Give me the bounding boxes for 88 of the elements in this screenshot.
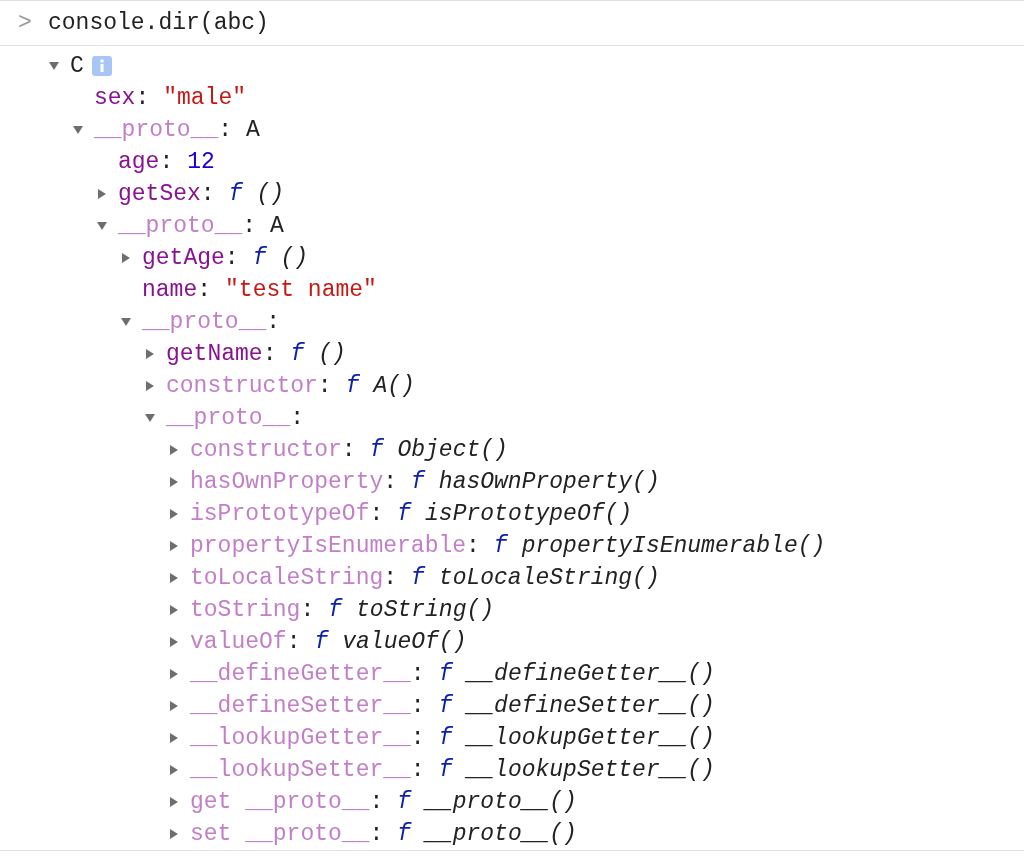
function-marker: f: [290, 339, 305, 369]
colon: :: [341, 435, 356, 465]
colon: :: [383, 563, 398, 593]
function-signature: (): [318, 339, 346, 369]
expand-arrow-icon[interactable]: [168, 636, 180, 648]
colon: :: [286, 627, 301, 657]
object-class-name: C: [70, 51, 84, 81]
colon: :: [242, 211, 257, 241]
colon: :: [197, 275, 212, 305]
function-marker: f: [397, 787, 412, 817]
colon: :: [369, 787, 384, 817]
function-signature: __lookupSetter__(): [466, 755, 715, 785]
collapse-arrow-icon[interactable]: [96, 220, 108, 232]
colon: :: [383, 467, 398, 497]
colon: :: [159, 147, 174, 177]
function-marker: f: [438, 755, 453, 785]
console-command: console.dir(abc): [48, 8, 269, 38]
function-marker: f: [438, 691, 453, 721]
expand-arrow-icon[interactable]: [168, 764, 180, 776]
function-marker: f: [397, 499, 412, 529]
function-marker: f: [328, 595, 343, 625]
function-marker: f: [397, 819, 412, 849]
colon: :: [369, 819, 384, 849]
function-signature: toLocaleString(): [438, 563, 660, 593]
string-value: "test name": [225, 275, 377, 305]
function-marker: f: [411, 563, 425, 593]
expand-arrow-icon[interactable]: [168, 540, 180, 552]
expand-arrow-icon[interactable]: [168, 700, 180, 712]
function-marker: f: [438, 723, 453, 753]
colon: :: [135, 83, 150, 113]
expand-arrow-icon[interactable]: [168, 444, 180, 456]
number-value: 12: [187, 147, 215, 177]
colon: :: [224, 243, 239, 273]
function-marker: f: [228, 179, 243, 209]
prompt-marker: >: [17, 8, 33, 38]
expand-arrow-icon[interactable]: [168, 828, 180, 840]
function-signature: __proto__(): [425, 787, 577, 817]
function-signature: A(): [373, 371, 415, 401]
expand-arrow-icon[interactable]: [168, 476, 180, 488]
collapse-arrow-icon[interactable]: [72, 124, 84, 136]
expand-arrow-icon[interactable]: [168, 508, 180, 520]
function-signature: Object(): [397, 435, 508, 465]
colon: :: [266, 307, 281, 337]
expand-arrow-icon[interactable]: [144, 380, 156, 392]
function-marker: f: [438, 659, 453, 689]
colon: :: [410, 691, 425, 721]
function-signature: __lookupGetter__(): [466, 723, 715, 753]
function-marker: f: [369, 435, 384, 465]
function-marker: f: [252, 243, 267, 273]
expand-arrow-icon[interactable]: [120, 252, 132, 264]
colon: :: [410, 723, 425, 753]
colon: :: [466, 531, 480, 561]
expand-arrow-icon[interactable]: [168, 668, 180, 680]
function-marker: f: [411, 467, 425, 497]
colon: :: [410, 755, 425, 785]
function-signature: (): [256, 179, 285, 209]
function-signature: (): [280, 243, 309, 273]
collapse-arrow-icon[interactable]: [48, 60, 60, 72]
colon: :: [290, 403, 305, 433]
expand-arrow-icon[interactable]: [96, 188, 108, 200]
function-signature: propertyIsEnumerable(): [521, 531, 826, 561]
function-signature: valueOf(): [342, 627, 467, 657]
function-marker: f: [345, 371, 360, 401]
function-signature: isPrototypeOf(): [425, 499, 633, 529]
colon: :: [200, 179, 215, 209]
function-marker: f: [314, 627, 329, 657]
colon: :: [300, 595, 315, 625]
class-name: A: [270, 211, 284, 241]
collapse-arrow-icon[interactable]: [144, 412, 156, 424]
colon: :: [410, 659, 425, 689]
colon: :: [262, 339, 277, 369]
function-marker: f: [493, 531, 508, 561]
string-value: "male": [163, 83, 247, 113]
expand-arrow-icon[interactable]: [168, 604, 180, 616]
colon: :: [218, 115, 233, 145]
colon: :: [369, 499, 384, 529]
colon: :: [317, 371, 332, 401]
expand-arrow-icon[interactable]: [168, 796, 180, 808]
class-name: A: [246, 115, 260, 145]
function-signature: __defineSetter__(): [466, 691, 715, 721]
expand-arrow-icon[interactable]: [168, 572, 180, 584]
expand-arrow-icon[interactable]: [168, 732, 180, 744]
expand-arrow-icon[interactable]: [144, 348, 156, 360]
collapse-arrow-icon[interactable]: [120, 316, 132, 328]
function-signature: toString(): [356, 595, 495, 625]
function-signature: __defineGetter__(): [466, 659, 715, 689]
function-signature: __proto__(): [425, 819, 577, 849]
function-signature: hasOwnProperty(): [438, 467, 660, 497]
